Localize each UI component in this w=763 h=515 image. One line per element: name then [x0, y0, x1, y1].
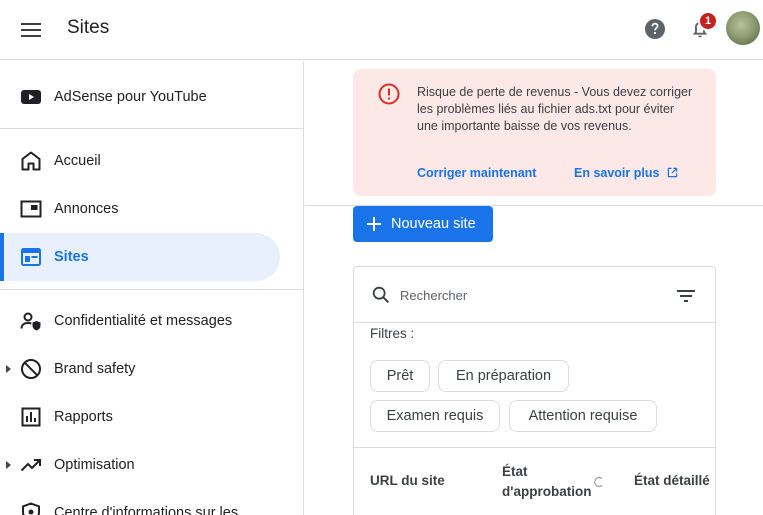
- ads-icon: [20, 200, 42, 218]
- sidebar-item-label: Annonces: [54, 201, 119, 217]
- learn-more-link[interactable]: En savoir plus: [574, 166, 678, 180]
- sidebar-item-label: Accueil: [54, 153, 101, 169]
- expand-caret-icon: [6, 365, 11, 373]
- filter-chip-in-preparation[interactable]: En préparation: [438, 360, 569, 392]
- sidebar-item-sites[interactable]: Sites: [0, 233, 280, 281]
- sort-icon[interactable]: [594, 476, 604, 488]
- sidebar-item-label: AdSense pour YouTube: [54, 89, 207, 105]
- expand-caret-icon: [6, 461, 11, 469]
- main-content: Risque de perte de revenus - Vous devez …: [305, 61, 763, 515]
- sidebar-item-brand-safety[interactable]: Brand safety: [0, 345, 280, 393]
- search-bar: [354, 267, 715, 323]
- new-site-label: Nouveau site: [391, 216, 476, 232]
- trending-up-icon: [20, 459, 41, 472]
- chip-label: Prêt: [386, 368, 414, 384]
- help-button[interactable]: [641, 15, 669, 43]
- block-icon: [21, 359, 41, 379]
- sidebar-item-label: Rapports: [54, 409, 113, 425]
- hamburger-menu-icon: [21, 23, 41, 37]
- fix-now-label: Corriger maintenant: [417, 166, 537, 180]
- sidebar-item-label: Confidentialité et messages: [54, 313, 233, 329]
- page-title: Sites: [67, 17, 110, 38]
- sites-table-card: Filtres : Prêt En préparation Examen req…: [353, 266, 716, 515]
- sidebar-item-adsense-youtube[interactable]: AdSense pour YouTube: [0, 73, 280, 121]
- column-header-site-url[interactable]: URL du site: [370, 473, 445, 488]
- notification-count-badge: 1: [698, 11, 718, 31]
- sidebar-item-reports[interactable]: Rapports: [0, 393, 280, 441]
- filters-label: Filtres :: [370, 326, 415, 341]
- chip-label: En préparation: [455, 368, 552, 384]
- policy-icon: [22, 502, 40, 515]
- help-icon: [645, 19, 665, 39]
- learn-more-label: En savoir plus: [574, 166, 660, 180]
- sidebar-item-label: Centre d'informations sur les: [54, 505, 239, 515]
- sidebar-item-privacy[interactable]: Confidentialité et messages: [0, 297, 280, 345]
- search-input[interactable]: [400, 283, 660, 307]
- home-icon: [21, 151, 41, 171]
- sidebar-item-optimisation[interactable]: Optimisation: [0, 441, 280, 489]
- sidebar-item-label: Optimisation: [54, 457, 135, 473]
- search-icon: [372, 286, 390, 304]
- column-header-approval-status[interactable]: État d'approbation: [502, 462, 602, 502]
- column-header-detailed-status[interactable]: État détaillé: [634, 473, 710, 488]
- chip-label: Attention requise: [528, 408, 638, 424]
- filter-chip-review-required[interactable]: Examen requis: [370, 400, 500, 432]
- table-header: URL du site État d'approbation État déta…: [354, 447, 715, 513]
- new-site-button[interactable]: Nouveau site: [353, 206, 493, 242]
- alert-message: Risque de perte de revenus - Vous devez …: [417, 85, 693, 133]
- error-icon: [378, 83, 400, 105]
- fix-now-link[interactable]: Corriger maintenant: [417, 166, 536, 180]
- reports-icon: [21, 407, 41, 427]
- sidebar-divider: [0, 128, 303, 129]
- sidebar-item-label: Brand safety: [54, 361, 136, 377]
- privacy-user-icon: [20, 312, 41, 331]
- top-app-bar: Sites 1: [0, 0, 763, 60]
- sites-icon: [21, 248, 41, 266]
- sidebar-nav: AdSense pour YouTube Accueil Annonces Si…: [0, 61, 304, 515]
- filter-chip-ready[interactable]: Prêt: [370, 360, 430, 392]
- filter-chip-attention-required[interactable]: Attention requise: [509, 400, 657, 432]
- sidebar-divider: [0, 289, 303, 290]
- ads-txt-alert: Risque de perte de revenus - Vous devez …: [353, 69, 716, 196]
- sidebar-item-policy-center[interactable]: Centre d'informations sur les: [0, 489, 280, 515]
- sidebar-item-home[interactable]: Accueil: [0, 137, 280, 185]
- sidebar-item-label: Sites: [54, 249, 89, 265]
- chip-label: Examen requis: [386, 408, 484, 424]
- external-link-icon: [667, 167, 678, 178]
- filter-list-icon[interactable]: [674, 284, 698, 308]
- active-indicator: [0, 233, 4, 281]
- sidebar-item-ads[interactable]: Annonces: [0, 185, 280, 233]
- plus-icon: [367, 217, 381, 231]
- account-avatar[interactable]: [726, 11, 760, 45]
- youtube-icon: [21, 90, 41, 104]
- main-menu-button[interactable]: [13, 12, 49, 48]
